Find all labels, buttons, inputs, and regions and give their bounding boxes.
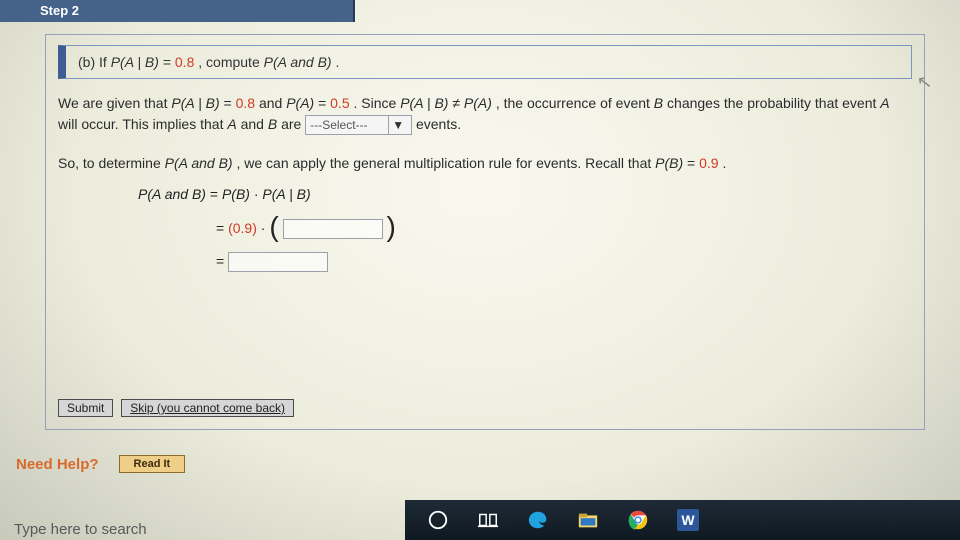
dependency-select[interactable]: ---Select---▼ bbox=[305, 115, 412, 135]
question-part: (b) bbox=[78, 54, 95, 70]
windows-search-placeholder[interactable]: Type here to search bbox=[14, 521, 147, 538]
left-paren-icon: ( bbox=[269, 213, 278, 241]
A: A bbox=[880, 95, 889, 111]
question-suffix: , compute bbox=[198, 54, 263, 70]
t: , the occurrence of event bbox=[496, 95, 654, 111]
period: . bbox=[335, 54, 339, 70]
question-box: (b) If P(A | B) = 0.8 , compute P(A and … bbox=[58, 45, 912, 79]
question-text: If bbox=[99, 54, 111, 70]
t: So, to determine bbox=[58, 155, 165, 171]
t: . Since bbox=[354, 95, 401, 111]
rhs-b: P(A | B) bbox=[262, 186, 310, 202]
edge-icon[interactable] bbox=[527, 509, 549, 531]
expr: P(A | B) bbox=[171, 95, 219, 111]
math-line-2: = (0.9) · ( ) bbox=[138, 212, 924, 246]
button-row: Submit Skip (you cannot come back) bbox=[58, 399, 298, 417]
cortana-icon[interactable] bbox=[427, 509, 449, 531]
expr: P(B) bbox=[655, 155, 683, 171]
expr: P(A and B) bbox=[165, 155, 233, 171]
expr: P(A | B) bbox=[400, 95, 448, 111]
read-it-button[interactable]: Read It bbox=[119, 455, 186, 473]
question-expr2: P(A and B) bbox=[264, 54, 332, 70]
math-derivation: P(A and B) = P(B) · P(A | B) = (0.9) · (… bbox=[138, 178, 924, 279]
file-explorer-icon[interactable] bbox=[577, 509, 599, 531]
select-placeholder: ---Select--- bbox=[310, 116, 388, 134]
B: B bbox=[654, 95, 663, 111]
problem-panel: (b) If P(A | B) = 0.8 , compute P(A and … bbox=[45, 34, 925, 430]
t: = bbox=[224, 95, 236, 111]
eq: = bbox=[216, 220, 228, 236]
task-view-icon[interactable] bbox=[477, 509, 499, 531]
t: = bbox=[687, 155, 699, 171]
eq: = bbox=[210, 186, 222, 202]
math-line-3: = bbox=[138, 245, 924, 279]
skip-button[interactable]: Skip (you cannot come back) bbox=[121, 399, 294, 417]
dot: · bbox=[261, 220, 270, 236]
val: 0.5 bbox=[330, 95, 349, 111]
explanation-2: So, to determine P(A and B) , we can app… bbox=[58, 153, 912, 174]
right-paren-icon: ) bbox=[386, 213, 395, 241]
expr: P(A) bbox=[286, 95, 314, 111]
chrome-icon[interactable] bbox=[627, 509, 649, 531]
chevron-down-icon: ▼ bbox=[388, 116, 407, 134]
explanation-1: We are given that P(A | B) = 0.8 and P(A… bbox=[58, 93, 912, 135]
need-help-row: Need Help? Read It bbox=[16, 455, 185, 473]
B: B bbox=[268, 116, 277, 132]
t: , we can apply the general multiplicatio… bbox=[236, 155, 655, 171]
val: 0.8 bbox=[236, 95, 255, 111]
A: A bbox=[227, 116, 236, 132]
eq: = bbox=[163, 54, 175, 70]
cursor-icon: ↖ bbox=[916, 71, 934, 94]
windows-taskbar: W bbox=[405, 500, 960, 540]
math-line-1: P(A and B) = P(B) · P(A | B) bbox=[138, 178, 924, 212]
ne: ≠ bbox=[452, 95, 464, 111]
val: 0.9 bbox=[699, 155, 718, 171]
t: and bbox=[259, 95, 286, 111]
lhs: P(A and B) bbox=[138, 186, 206, 202]
eq: = bbox=[216, 253, 228, 269]
submit-button[interactable]: Submit bbox=[58, 399, 113, 417]
val: (0.9) bbox=[228, 220, 257, 236]
question-expr1: P(A | B) bbox=[111, 54, 159, 70]
t: are bbox=[281, 116, 305, 132]
t: events. bbox=[416, 116, 461, 132]
need-help-label: Need Help? bbox=[16, 456, 99, 473]
step-tab: Step 2 bbox=[0, 0, 355, 22]
t: changes the probability that event bbox=[667, 95, 880, 111]
t: . bbox=[722, 155, 726, 171]
t: will occur. This implies that bbox=[58, 116, 227, 132]
expr: P(A) bbox=[464, 95, 492, 111]
word-icon[interactable]: W bbox=[677, 509, 699, 531]
t: and bbox=[241, 116, 268, 132]
t: = bbox=[318, 95, 330, 111]
question-val: 0.8 bbox=[175, 54, 194, 70]
t: We are given that bbox=[58, 95, 171, 111]
answer-input-2[interactable] bbox=[228, 252, 328, 272]
rhs-a: P(B) bbox=[222, 186, 250, 202]
answer-input-1[interactable] bbox=[283, 219, 383, 239]
